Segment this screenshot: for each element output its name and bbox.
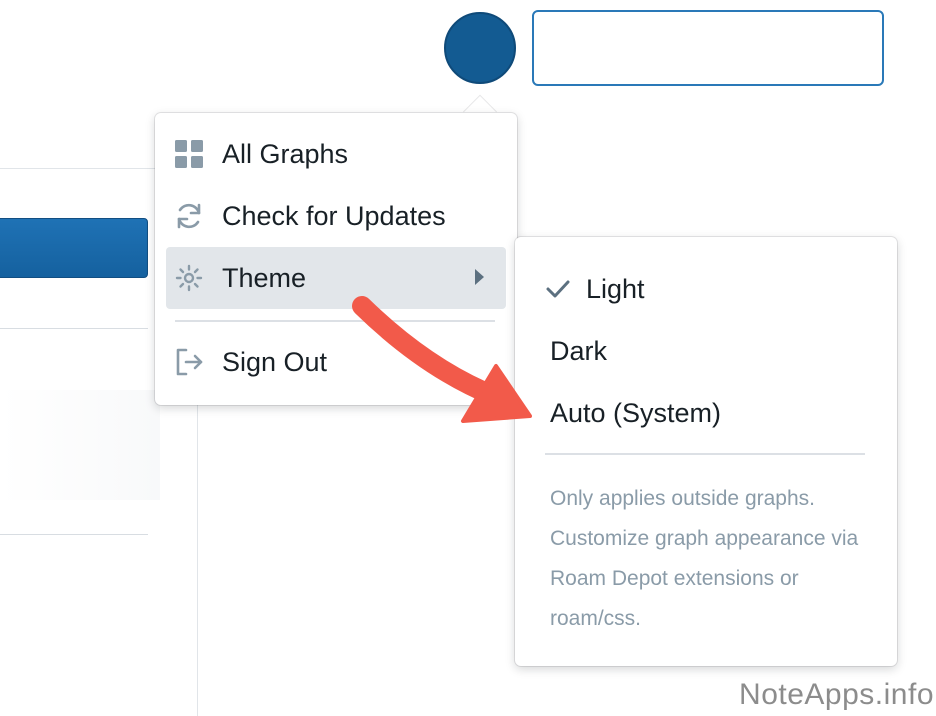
theme-option-light[interactable]: Light	[527, 258, 885, 320]
menu-item-label: All Graphs	[222, 138, 349, 169]
user-menu: All Graphs Check for Updates Theme Sign …	[155, 113, 517, 405]
menu-item-label: Check for Updates	[222, 200, 446, 231]
background-primary-button[interactable]	[0, 218, 148, 278]
menu-item-all-graphs[interactable]: All Graphs	[166, 123, 506, 185]
theme-option-dark[interactable]: Dark	[527, 320, 885, 382]
search-input[interactable]	[532, 10, 884, 86]
submenu-divider	[545, 453, 865, 455]
caret-right-icon	[475, 269, 484, 285]
menu-item-sign-out[interactable]: Sign Out	[166, 331, 506, 393]
checkmark-icon	[545, 276, 571, 302]
background-divider	[0, 534, 148, 535]
grid-icon	[172, 137, 206, 171]
theme-help-text: Only applies outside graphs. Customize g…	[550, 487, 859, 630]
watermark: NoteApps.info	[739, 678, 934, 711]
menu-item-label: Theme	[222, 262, 307, 293]
menu-item-label: Sign Out	[222, 346, 328, 377]
theme-option-label: Auto (System)	[550, 397, 722, 428]
theme-option-auto[interactable]: Auto (System)	[527, 382, 885, 444]
user-avatar-button[interactable]	[444, 12, 516, 84]
menu-item-theme[interactable]: Theme	[166, 247, 506, 309]
theme-option-label: Dark	[550, 335, 608, 366]
sun-icon	[172, 261, 206, 295]
refresh-icon	[172, 199, 206, 233]
background-shade	[0, 390, 160, 500]
theme-option-label: Light	[586, 273, 645, 304]
menu-item-check-updates[interactable]: Check for Updates	[166, 185, 506, 247]
background-divider	[0, 328, 148, 329]
menu-divider	[175, 320, 495, 322]
log-out-icon	[172, 345, 206, 379]
theme-submenu: Light Dark Auto (System) Only applies ou…	[515, 237, 897, 666]
